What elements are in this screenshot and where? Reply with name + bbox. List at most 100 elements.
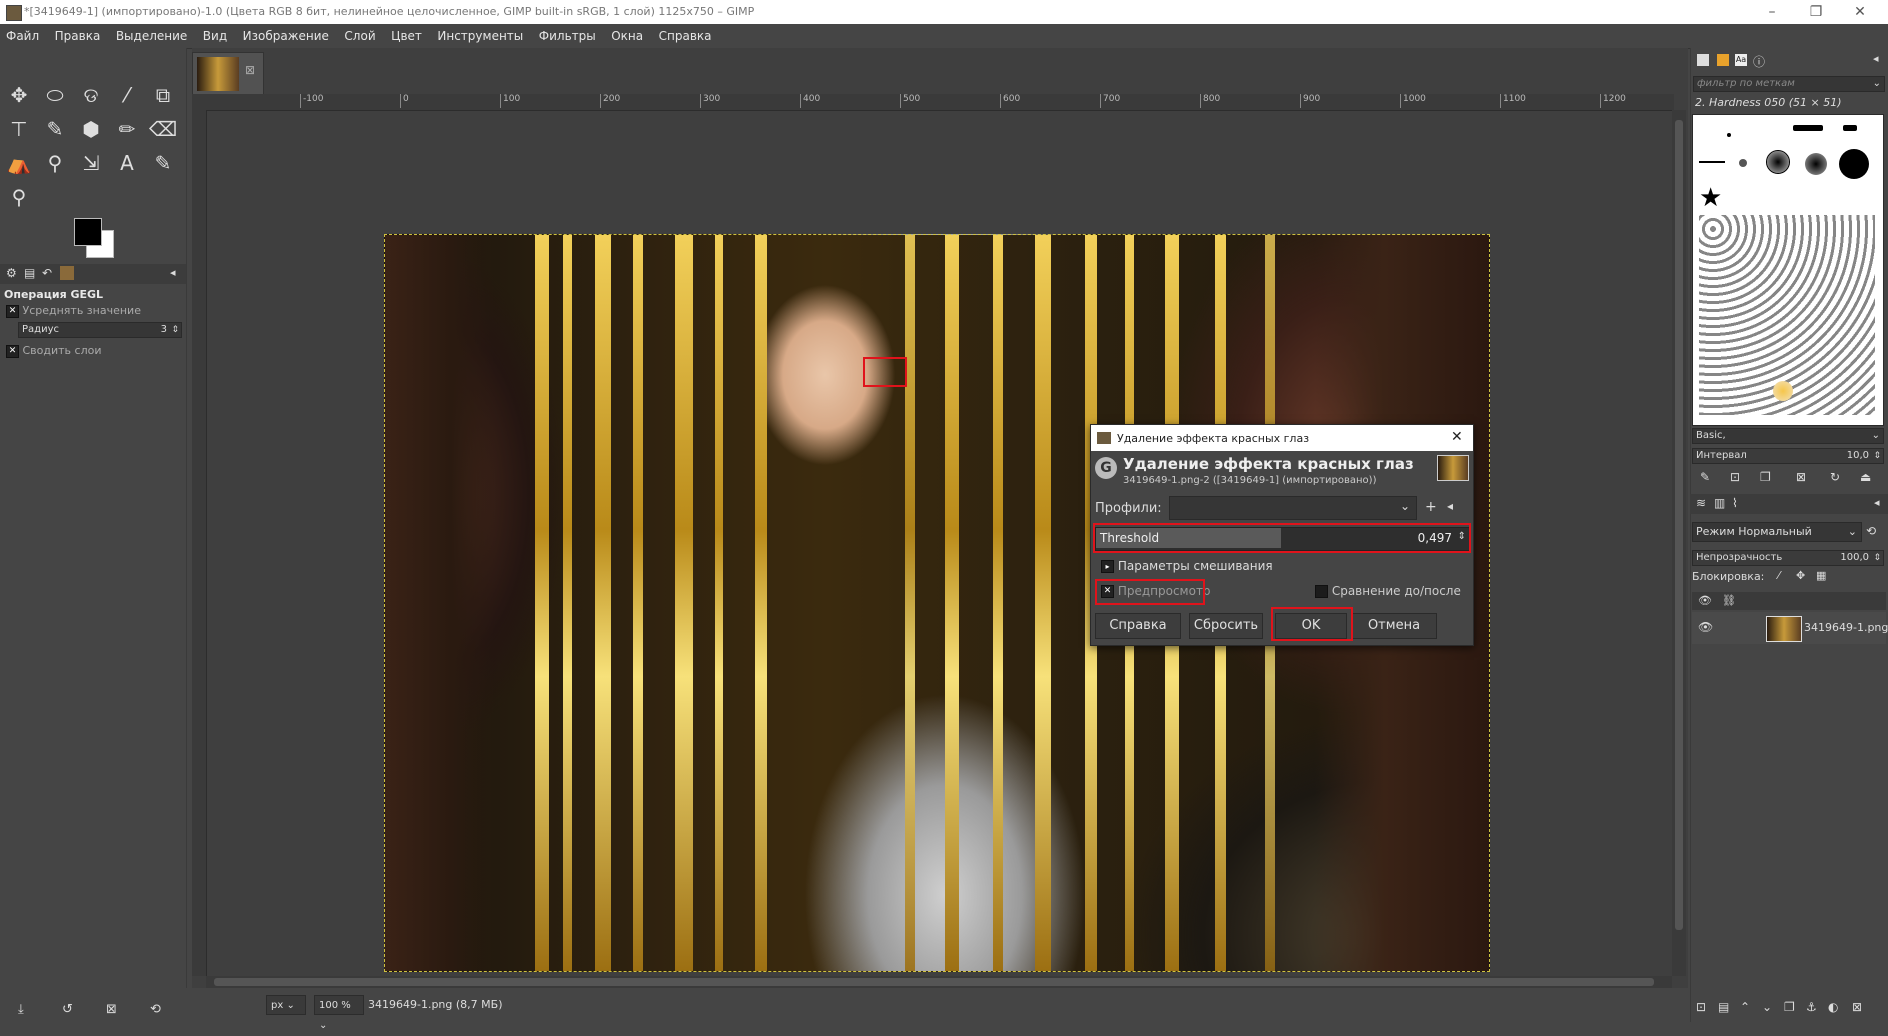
zoom-select[interactable]: 100 % ⌄ [314, 995, 364, 1031]
reset-button[interactable]: Сбросить [1189, 613, 1263, 639]
new-group-icon[interactable]: ▤ [1718, 1000, 1729, 1014]
transform-icon[interactable]: ⊤ [4, 114, 34, 144]
maximize-button[interactable]: ❐ [1796, 2, 1836, 22]
duplicate-brush-icon[interactable]: ❐ [1760, 470, 1771, 484]
menu-help[interactable]: Справка [653, 24, 718, 48]
layer-visibility-icon[interactable]: 👁 [1698, 620, 1713, 634]
lower-layer-icon[interactable]: ⌄ [1762, 1000, 1772, 1014]
anchor-layer-icon[interactable]: ⚓ [1806, 1000, 1817, 1014]
menu-select[interactable]: Выделение [110, 24, 193, 48]
radius-field[interactable]: Радиус 3 ⇕ [18, 322, 182, 338]
profiles-dropdown-icon[interactable]: ⌄ [1400, 499, 1410, 513]
menu-colors[interactable]: Цвет [385, 24, 428, 48]
fonts-tab-icon[interactable]: Aa [1735, 54, 1747, 66]
move-tool-icon[interactable]: ✥ [4, 80, 34, 110]
horizontal-scroll-thumb[interactable] [214, 978, 1654, 986]
vertical-scrollbar[interactable] [1672, 110, 1686, 976]
help-button[interactable]: Справка [1095, 613, 1181, 639]
layers-panel-menu-icon[interactable]: ◂ [1874, 496, 1880, 509]
average-option[interactable]: ✕ Усреднять значение [6, 304, 141, 318]
minimize-button[interactable]: – [1752, 2, 1792, 22]
delete-layer-icon[interactable]: ⊠ [1852, 1000, 1862, 1014]
save-options-icon[interactable]: ⤓ [18, 1002, 24, 1017]
menu-windows[interactable]: Окна [605, 24, 649, 48]
tag-filter-dropdown-icon[interactable]: ⌄ [1873, 77, 1881, 91]
clone-icon[interactable]: ⛺ [4, 148, 34, 178]
fuzzy-select-icon[interactable]: ⁄ [112, 80, 142, 110]
compare-option[interactable]: Сравнение до/после [1315, 584, 1461, 598]
reset-options-icon[interactable]: ⟲ [150, 1002, 161, 1017]
text-tool-icon[interactable]: A [112, 148, 142, 178]
menu-edit[interactable]: Правка [49, 24, 107, 48]
opacity-slider[interactable]: Непрозрачность 100,0 ⇕ [1692, 550, 1884, 566]
zoom-tool-icon[interactable]: ⚲ [4, 182, 34, 212]
foreground-color-swatch[interactable] [74, 218, 102, 246]
brush-tag-field[interactable]: Basic, ⌄ [1692, 428, 1884, 444]
menu-filters[interactable]: Фильтры [533, 24, 602, 48]
merge-checkbox[interactable]: ✕ [6, 344, 19, 358]
add-profile-icon[interactable]: + [1425, 499, 1437, 515]
merge-option[interactable]: ✕ Сводить слои [6, 344, 102, 358]
delete-brush-icon[interactable]: ⊠ [1796, 470, 1806, 484]
duplicate-layer-icon[interactable]: ❐ [1784, 1000, 1795, 1014]
menu-layer[interactable]: Слой [338, 24, 381, 48]
brushes-grid[interactable]: ★ [1692, 114, 1884, 426]
paths-tab-icon[interactable]: ⌇ [1732, 496, 1738, 510]
mask-layer-icon[interactable]: ◐ [1828, 1000, 1838, 1014]
image-tab[interactable]: ⊠ [192, 52, 264, 98]
cancel-button[interactable]: Отмена [1351, 613, 1437, 639]
refresh-brushes-icon[interactable]: ↻ [1830, 470, 1840, 484]
new-brush-icon[interactable]: ⊡ [1730, 470, 1740, 484]
horizontal-scrollbar[interactable] [206, 976, 1672, 988]
patterns-tab-icon[interactable] [1717, 54, 1729, 66]
average-checkbox[interactable]: ✕ [6, 304, 19, 318]
mode-reset-icon[interactable]: ⟲ [1866, 524, 1876, 538]
undo-history-tab-icon[interactable]: ↶ [42, 266, 52, 280]
smudge-icon[interactable]: ⚲ [40, 148, 70, 178]
panel-menu-icon[interactable]: ◂ [170, 266, 176, 279]
blend-expander-icon[interactable]: ▸ [1101, 560, 1114, 573]
menu-file[interactable]: Файл [0, 24, 45, 48]
crop-icon[interactable]: ⧉ [148, 80, 178, 110]
raise-layer-icon[interactable]: ⌃ [1740, 1000, 1750, 1014]
images-tab-icon[interactable] [60, 266, 74, 280]
restore-options-icon[interactable]: ↺ [62, 1002, 73, 1017]
ellipse-select-icon[interactable]: ⬭ [40, 80, 70, 110]
delete-options-icon[interactable]: ⊠ [106, 1002, 117, 1017]
layer-row[interactable]: 👁 3419649-1.png [1692, 612, 1888, 644]
lock-alpha-icon[interactable]: ▦ [1816, 569, 1826, 582]
docs-tab-icon[interactable]: ⓘ [1753, 53, 1765, 70]
paths-icon[interactable]: ⇲ [76, 148, 106, 178]
bucket-fill-icon[interactable]: ⬢ [76, 114, 106, 144]
menu-view[interactable]: Вид [197, 24, 233, 48]
lasso-icon[interactable]: ଡ [76, 80, 106, 110]
close-image-tab-icon[interactable]: ⊠ [245, 63, 255, 77]
unit-select[interactable]: px ⌄ [266, 995, 306, 1015]
eraser-icon[interactable]: ⌫ [148, 114, 178, 144]
profiles-combo[interactable]: ⌄ [1169, 496, 1417, 520]
layer-mode-select[interactable]: Режим Нормальный ⌄ [1692, 522, 1862, 542]
color-picker-icon[interactable]: ✎ [148, 148, 178, 178]
layers-tab-icon[interactable]: ≋ [1696, 496, 1706, 510]
close-window-button[interactable]: ✕ [1840, 2, 1880, 22]
dialog-close-icon[interactable]: ✕ [1451, 429, 1463, 445]
quickmask-corner-icon[interactable] [192, 94, 204, 110]
profile-menu-icon[interactable]: ◂ [1447, 499, 1453, 513]
blend-options-expander[interactable]: ▸ Параметры смешивания [1101, 559, 1273, 573]
right-panel-menu-icon[interactable]: ◂ [1873, 52, 1879, 65]
lock-pixels-icon[interactable]: ⁄ [1778, 569, 1780, 582]
brush-tag-dropdown-icon[interactable]: ⌄ [1872, 429, 1880, 443]
edit-brush-icon[interactable]: ✎ [1700, 470, 1710, 484]
device-status-tab-icon[interactable]: ▤ [24, 266, 35, 280]
menu-image[interactable]: Изображение [237, 24, 335, 48]
paintbrush-icon[interactable]: ✏ [112, 114, 142, 144]
opacity-spin-icon[interactable]: ⇕ [1873, 551, 1881, 565]
interval-spin-icon[interactable]: ⇕ [1873, 449, 1881, 463]
channels-tab-icon[interactable]: ▥ [1714, 496, 1725, 510]
tag-filter-input[interactable]: фильтр по меткам ⌄ [1693, 76, 1885, 92]
interval-slider[interactable]: Интервал 10,0 ⇕ [1692, 448, 1884, 464]
menu-tools[interactable]: Инструменты [431, 24, 529, 48]
tool-options-tab-icon[interactable]: ⚙ [6, 266, 17, 280]
vertical-scroll-thumb[interactable] [1675, 120, 1683, 930]
warp-icon[interactable]: ✎ [40, 114, 70, 144]
